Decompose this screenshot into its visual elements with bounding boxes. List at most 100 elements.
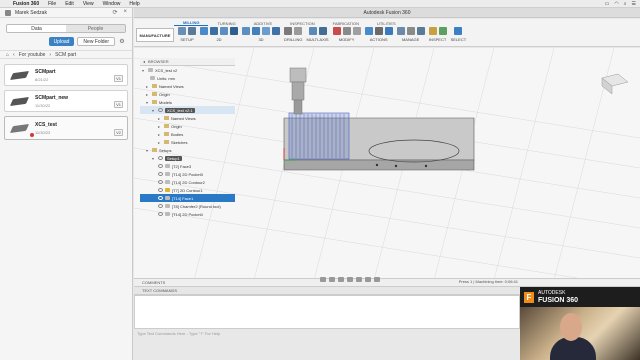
tree-item-operation[interactable]: [T14] 2D Pocket3 — [140, 170, 235, 178]
text-command-input[interactable]: Type Text Commands Here - Type "?" For H… — [134, 329, 520, 337]
expand-icon[interactable]: ▾ — [142, 68, 146, 73]
setup-sheet-icon[interactable] — [188, 27, 196, 35]
menu-file[interactable]: File — [48, 1, 56, 7]
search-icon[interactable]: ⌕ — [624, 1, 627, 7]
measure-icon[interactable] — [428, 27, 437, 35]
tab-utilities[interactable]: UTILITIES — [368, 20, 405, 26]
file-item[interactable]: SCMpart 8/21/22 V1 — [4, 64, 128, 86]
collapse-icon[interactable]: ◂ — [143, 59, 145, 64]
menu-edit[interactable]: Edit — [65, 1, 74, 7]
viewcube[interactable] — [601, 73, 629, 95]
hole-3[interactable] — [424, 164, 428, 168]
tree-item-setups[interactable]: ▾ Setups — [140, 146, 235, 154]
expand-icon[interactable]: ▾ — [152, 156, 156, 161]
home-icon[interactable]: ⌂ — [6, 52, 9, 58]
grid-settings-icon[interactable] — [365, 277, 371, 282]
expand-icon[interactable]: ▸ — [158, 124, 162, 129]
post-process-icon[interactable] — [384, 27, 393, 35]
generate-icon[interactable] — [364, 27, 373, 35]
eye-icon[interactable] — [158, 204, 163, 208]
version-badge[interactable]: V1 — [114, 101, 123, 108]
2d-group[interactable]: 2D — [200, 27, 238, 42]
expand-icon[interactable]: ▾ — [152, 108, 156, 113]
eye-icon[interactable] — [158, 108, 163, 112]
workspace-selector[interactable]: MANUFACTURE — [136, 28, 174, 42]
simulate-icon[interactable] — [374, 27, 383, 35]
battery-icon[interactable]: ▭ — [605, 1, 610, 7]
drilling-group[interactable]: DRILLING — [284, 27, 302, 42]
eye-icon[interactable] — [158, 196, 163, 200]
menu-window[interactable]: Window — [103, 1, 121, 7]
expand-icon[interactable]: ▸ — [158, 116, 162, 121]
expand-icon[interactable]: ▸ — [158, 132, 162, 137]
menu-help[interactable]: Help — [129, 1, 139, 7]
multi-axis-group[interactable]: MULTI-AXIS — [306, 27, 329, 42]
3d-group[interactable]: 3D — [242, 27, 280, 42]
setup-group[interactable]: SETUP — [178, 27, 196, 42]
select-group[interactable]: SELECT — [451, 27, 466, 42]
pocket-clearing-icon[interactable] — [252, 27, 260, 35]
steep-shallow-icon[interactable] — [262, 27, 270, 35]
eye-icon[interactable] — [158, 212, 163, 216]
inspect-surface-icon[interactable] — [438, 27, 447, 35]
manage-group[interactable]: MANAGE — [396, 27, 425, 42]
expand-icon[interactable]: ▸ — [158, 140, 162, 145]
3d-adaptive-icon[interactable] — [242, 27, 250, 35]
eye-icon[interactable] — [158, 156, 163, 160]
tree-item-operation[interactable]: [T2] Face3 — [140, 162, 235, 170]
pattern-icon[interactable] — [352, 27, 361, 35]
tab-additive[interactable]: ADDITIVE — [245, 20, 281, 26]
tree-item-models[interactable]: ▾ Models — [140, 98, 235, 106]
expand-icon[interactable]: ▾ — [146, 148, 150, 153]
control-center-icon[interactable]: ☰ — [632, 1, 636, 7]
pan-icon[interactable] — [329, 277, 335, 282]
hole-1[interactable] — [375, 163, 379, 167]
viewports-icon[interactable] — [374, 277, 380, 282]
refresh-icon[interactable]: ⟳ — [112, 9, 117, 16]
2d-pocket-icon[interactable] — [210, 27, 218, 35]
multi-axis-contour-icon[interactable] — [318, 27, 327, 35]
tab-data[interactable]: Data — [7, 25, 66, 32]
display-settings-icon[interactable] — [356, 277, 362, 282]
crumb-back-icon[interactable]: ‹ — [13, 52, 15, 58]
upload-button[interactable]: Upload — [48, 37, 75, 46]
browser-header[interactable]: ◂ BROWSER — [140, 58, 235, 66]
hole-recognition-icon[interactable] — [294, 27, 303, 35]
swarf-icon[interactable] — [308, 27, 317, 35]
tree-item-operation-selected[interactable]: [T14] Face1 — [140, 194, 235, 202]
tree-item-origin[interactable]: ▸ Origin — [140, 90, 235, 98]
post-library-icon[interactable] — [416, 27, 425, 35]
modify-group[interactable]: MODIFY — [332, 27, 361, 42]
wifi-icon[interactable]: ◠ — [614, 1, 618, 7]
expand-icon[interactable]: ▸ — [146, 84, 150, 89]
expand-icon[interactable]: ▸ — [146, 92, 150, 97]
face-icon[interactable] — [220, 27, 228, 35]
breadcrumb-parent[interactable]: For youtube — [19, 52, 46, 58]
zoom-icon[interactable] — [338, 277, 344, 282]
2d-contour-icon[interactable] — [230, 27, 238, 35]
drill-icon[interactable] — [284, 27, 293, 35]
setup-icon[interactable] — [178, 27, 186, 35]
file-item-selected[interactable]: XCS_test 11/30/23 V2 — [4, 116, 128, 140]
tree-item-origin[interactable]: ▸ Origin — [140, 122, 235, 130]
tree-item-named-views[interactable]: ▸ Named Views — [140, 114, 235, 122]
template-library-icon[interactable] — [406, 27, 415, 35]
fit-icon[interactable] — [347, 277, 353, 282]
file-item[interactable]: SCMpart_new 11/30/22 V1 — [4, 90, 128, 112]
tool-library-icon[interactable] — [396, 27, 405, 35]
tree-item-operation[interactable]: [T7] 2D Contour1 — [140, 186, 235, 194]
tree-item-sketches[interactable]: ▸ Sketches — [140, 138, 235, 146]
tab-milling[interactable]: MILLING — [174, 20, 209, 26]
menu-app-name[interactable]: Fusion 360 — [13, 1, 39, 7]
user-name[interactable]: Marek Sedzak — [15, 10, 47, 16]
expand-icon[interactable]: ▾ — [146, 100, 150, 105]
eye-icon[interactable] — [158, 180, 163, 184]
delete-icon[interactable] — [332, 27, 341, 35]
tree-item-setup[interactable]: ▾ Setup1 — [140, 154, 235, 162]
inspect-group[interactable]: INSPECT — [428, 27, 447, 42]
version-badge[interactable]: V1 — [114, 75, 123, 82]
gear-icon[interactable]: ⚙ — [118, 37, 126, 46]
duplicate-icon[interactable] — [342, 27, 351, 35]
tree-item-bodies[interactable]: ▸ Bodies — [140, 130, 235, 138]
tree-item-operation[interactable]: [T8] Chamfer2 (Round tool) — [140, 202, 235, 210]
